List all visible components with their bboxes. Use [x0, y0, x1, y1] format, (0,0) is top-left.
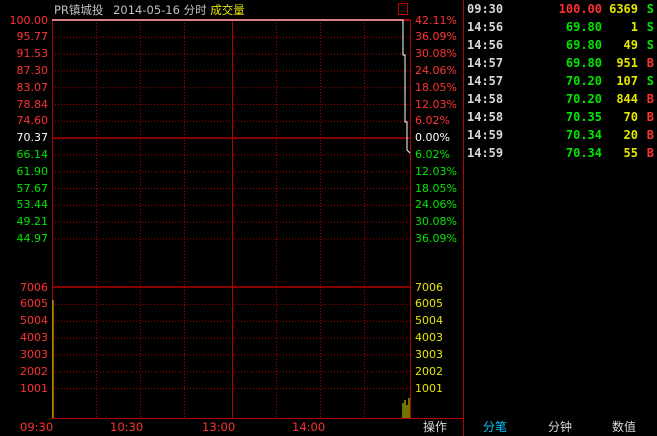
tick-volume: 49 [623, 38, 638, 52]
volume-tick-label: 4003 [20, 331, 48, 345]
pct-tick-label: 36.09% [415, 231, 457, 245]
price-tick-label: 57.67 [16, 181, 49, 195]
volume-tick-label-right: 1001 [415, 381, 443, 395]
price-tick-label: 66.14 [16, 147, 49, 161]
volume-tick-label: 6005 [20, 297, 48, 311]
tab-0[interactable]: 操作 [412, 419, 458, 436]
tick-row[interactable]: 14:57 70.20 107 S [467, 72, 657, 90]
tick-time: 14:56 [467, 38, 504, 52]
price-tick-label: 91.53 [16, 47, 49, 61]
tick-volume: 951 [616, 56, 638, 70]
time-tick-label: 13:00 [202, 420, 236, 434]
price-tick-label: 44.97 [16, 231, 49, 245]
volume-tick-label-right: 3003 [415, 347, 443, 361]
tick-price: 69.80 [565, 38, 602, 52]
tick-side: S [646, 20, 654, 34]
tick-volume: 6369 [609, 2, 638, 16]
tick-side: B [646, 110, 654, 124]
pct-tick-label: 18.05% [415, 80, 457, 94]
volume-tick-label-right: 5004 [415, 314, 443, 328]
price-tick-label: 70.37 [16, 131, 49, 145]
tick-side: S [646, 2, 654, 16]
tick-volume: 20 [623, 128, 638, 142]
pct-tick-label: 6.02% [415, 114, 450, 128]
tick-price: 70.34 [565, 128, 602, 142]
tick-volume: 55 [623, 146, 638, 160]
tick-volume: 70 [623, 110, 638, 124]
pct-tick-label: 24.06% [415, 198, 457, 212]
volume-tick-label: 7006 [20, 280, 48, 294]
tick-row[interactable]: 14:58 70.20 844 B [467, 90, 657, 108]
price-tick-label: 100.00 [9, 13, 49, 27]
pct-tick-label: 12.03% [415, 164, 457, 178]
price-tick-label: 61.90 [16, 164, 49, 178]
price-tick-label: 83.07 [16, 80, 49, 94]
tick-side: S [646, 38, 654, 52]
tick-price: 100.00 [558, 2, 602, 16]
tick-price: 69.80 [565, 56, 602, 70]
tick-row[interactable]: 14:56 69.80 1 S [467, 18, 657, 36]
tick-time: 14:58 [467, 92, 504, 106]
tick-volume: 107 [616, 74, 638, 88]
tick-price: 69.80 [565, 20, 602, 34]
tick-row[interactable]: 14:59 70.34 20 B [467, 126, 657, 144]
pct-tick-label: 0.00% [415, 131, 450, 145]
volume-tick-label: 5004 [20, 314, 48, 328]
tick-row[interactable]: 14:57 69.80 951 B [467, 54, 657, 72]
tick-side: B [646, 128, 654, 142]
tick-side: S [646, 74, 654, 88]
price-tick-label: 78.84 [16, 97, 49, 111]
pct-tick-label: 12.03% [415, 97, 457, 111]
tick-time: 14:56 [467, 20, 504, 34]
pct-tick-label: 6.02% [415, 147, 450, 161]
tick-volume: 844 [616, 92, 638, 106]
tick-side: B [646, 92, 654, 106]
tick-row[interactable]: 09:30 100.00 6369 S [467, 0, 657, 18]
volume-tick-label-right: 7006 [415, 280, 443, 294]
time-tick-label: 14:00 [292, 420, 326, 434]
tick-price: 70.34 [565, 146, 602, 160]
pct-tick-label: 30.08% [415, 47, 457, 61]
tab-2[interactable]: 分钟 [530, 419, 590, 436]
pct-tick-label: 36.09% [415, 30, 457, 44]
tick-price: 70.20 [565, 74, 602, 88]
price-tick-label: 87.30 [16, 63, 49, 77]
tick-row[interactable]: 14:59 70.34 55 B [467, 144, 657, 162]
tick-side: B [646, 56, 654, 70]
tick-time: 14:59 [467, 128, 504, 142]
volume-tick-label-right: 4003 [415, 331, 443, 345]
volume-tick-label-right: 6005 [415, 297, 443, 311]
tick-price: 70.35 [565, 110, 602, 124]
price-tick-label: 95.77 [16, 30, 49, 44]
tab-1[interactable]: 分笔 [466, 419, 524, 436]
tick-time: 09:30 [467, 2, 504, 16]
volume-tick-label: 3003 [20, 347, 48, 361]
pct-tick-label: 24.06% [415, 63, 457, 77]
tick-volume: 1 [630, 20, 638, 34]
tick-side: B [646, 146, 654, 160]
volume-tick-label-right: 2002 [415, 364, 443, 378]
tick-time: 14:59 [467, 146, 504, 160]
tab-3[interactable]: 数值 [594, 419, 654, 436]
tick-row[interactable]: 14:58 70.35 70 B [467, 108, 657, 126]
volume-tick-label: 1001 [20, 381, 48, 395]
pct-tick-label: 42.11% [415, 13, 457, 27]
price-tick-label: 53.44 [16, 198, 49, 212]
time-tick-label: 10:30 [110, 420, 144, 434]
tick-time: 14:57 [467, 56, 504, 70]
tick-row[interactable]: 14:56 69.80 49 S [467, 36, 657, 54]
volume-tick-label: 2002 [20, 364, 48, 378]
price-tick-label: 49.21 [16, 215, 49, 229]
tick-price: 70.20 [565, 92, 602, 106]
pct-tick-label: 30.08% [415, 215, 457, 229]
time-tick-label: 09:30 [20, 420, 54, 434]
price-tick-label: 74.60 [16, 114, 49, 128]
pct-tick-label: 18.05% [415, 181, 457, 195]
tick-time: 14:58 [467, 110, 504, 124]
price-line [52, 19, 411, 154]
tick-time: 14:57 [467, 74, 504, 88]
